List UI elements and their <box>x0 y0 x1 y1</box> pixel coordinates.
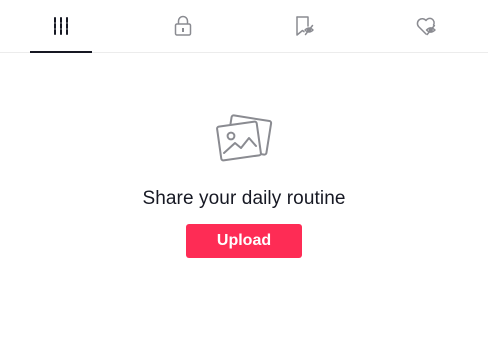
tab-private[interactable] <box>122 0 244 52</box>
upload-button[interactable]: Upload <box>186 224 302 258</box>
favorites-hidden-icon <box>296 16 314 36</box>
liked-hidden-icon <box>416 17 436 36</box>
lock-icon <box>174 15 192 36</box>
grid-videos-icon <box>54 17 68 35</box>
tab-liked[interactable] <box>366 0 488 52</box>
tab-videos[interactable] <box>0 0 122 53</box>
empty-state-title: Share your daily routine <box>142 188 346 209</box>
active-tab-indicator <box>30 51 92 53</box>
tab-favorites[interactable] <box>244 0 366 52</box>
photos-icon <box>216 114 273 162</box>
profile-tab-bar <box>0 0 488 53</box>
empty-state: Share your daily routine Upload <box>0 112 488 258</box>
